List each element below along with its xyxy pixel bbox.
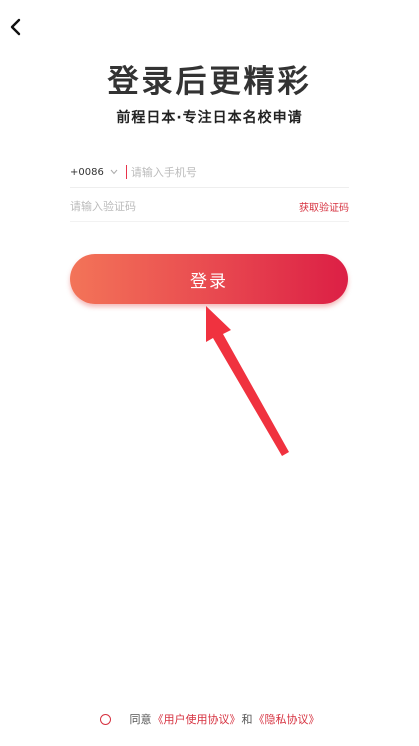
- country-code-selector[interactable]: +0086: [70, 167, 118, 178]
- chevron-left-icon: [8, 17, 22, 37]
- page-subtitle: 前程日本·专注日本名校申请: [116, 110, 303, 126]
- get-code-button[interactable]: 获取验证码: [299, 199, 349, 214]
- chevron-down-icon: [110, 169, 118, 175]
- agreement-checkbox[interactable]: [99, 713, 111, 725]
- agreement-row: 同意 《用户使用协议》 和 《隐私协议》: [0, 711, 419, 727]
- country-code-value: +0086: [70, 166, 104, 178]
- agreement-prefix: 同意: [129, 713, 152, 726]
- privacy-policy-link[interactable]: 《隐私协议》: [254, 711, 320, 727]
- verification-code-input[interactable]: [70, 199, 270, 213]
- verification-row: 获取验证码: [70, 191, 349, 222]
- phone-input[interactable]: [125, 165, 349, 179]
- agreement-conjunction: 和: [241, 713, 253, 726]
- page-title: 登录后更精彩: [107, 64, 312, 100]
- login-button[interactable]: 登录: [70, 254, 348, 304]
- user-agreement-link[interactable]: 《用户使用协议》: [153, 711, 241, 727]
- back-button[interactable]: [4, 14, 26, 40]
- phone-row: +0086: [70, 157, 349, 188]
